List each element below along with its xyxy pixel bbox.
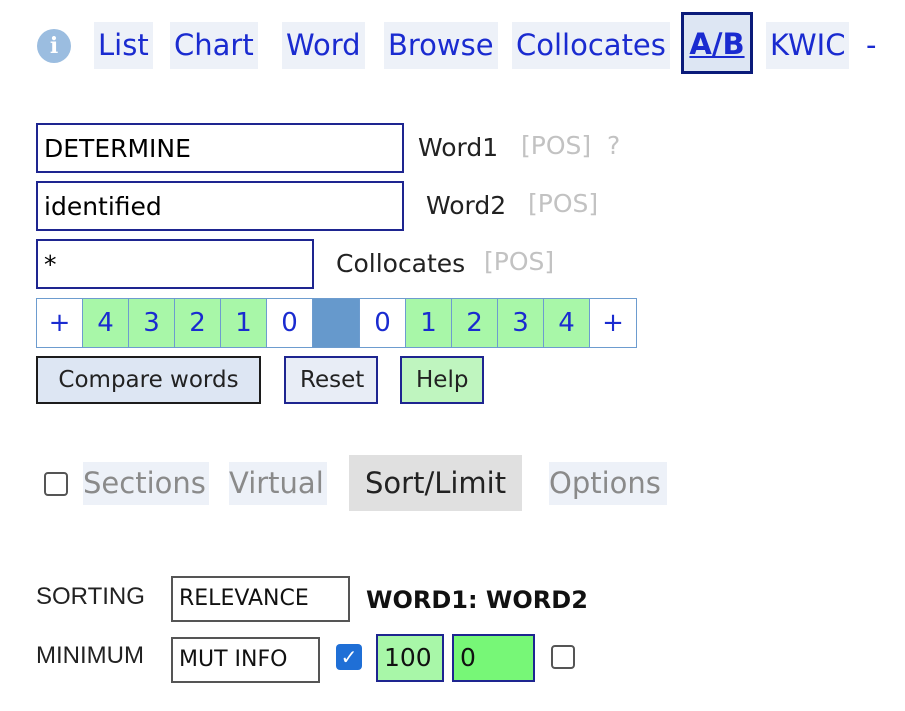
word1-label: Word1 — [418, 133, 499, 162]
nav-word[interactable]: Word — [282, 22, 365, 69]
min-frequency-input[interactable]: 100 — [376, 634, 444, 682]
tab-virtual[interactable]: Virtual — [229, 462, 327, 505]
span-left-2[interactable]: 2 — [175, 299, 221, 347]
span-right-4[interactable]: 4 — [544, 299, 590, 347]
span-right-2[interactable]: 2 — [452, 299, 498, 347]
word1-input[interactable] — [36, 123, 404, 173]
pos-help-link[interactable]: ? — [607, 131, 620, 160]
nav-browse[interactable]: Browse — [384, 22, 498, 69]
collocates-pos-link[interactable]: [POS] — [484, 247, 554, 276]
sections-checkbox[interactable] — [44, 472, 68, 496]
span-selector: + 4 3 2 1 0 0 1 2 3 4 + — [36, 298, 637, 348]
tab-sort-limit[interactable]: Sort/Limit — [349, 455, 523, 511]
span-right-3[interactable]: 3 — [498, 299, 544, 347]
minimum-label: MINIMUM — [36, 642, 144, 669]
minimum-select[interactable]: MUT INFO — [171, 637, 320, 683]
minimum-checkbox-checked[interactable]: ✓ — [336, 644, 362, 670]
sorting-heading: WORD1: WORD2 — [366, 586, 588, 614]
compare-words-button[interactable]: Compare words — [36, 356, 261, 404]
span-node — [313, 299, 360, 347]
nav-ab[interactable]: A/B — [681, 12, 753, 74]
nav-list[interactable]: List — [94, 22, 153, 69]
span-left-0[interactable]: 0 — [267, 299, 313, 347]
span-left-3[interactable]: 3 — [129, 299, 175, 347]
tab-sections[interactable]: Sections — [83, 462, 209, 505]
reset-button[interactable]: Reset — [284, 356, 378, 404]
span-left-1[interactable]: 1 — [221, 299, 267, 347]
collocates-label: Collocates — [336, 249, 466, 278]
span-right-extend[interactable]: + — [590, 299, 636, 347]
span-right-1[interactable]: 1 — [406, 299, 452, 347]
sorting-label: SORTING — [36, 583, 145, 610]
sorting-select[interactable]: RELEVANCE — [171, 576, 350, 622]
span-left-4[interactable]: 4 — [83, 299, 129, 347]
nav-more[interactable]: - — [866, 22, 876, 69]
nav-collocates[interactable]: Collocates — [512, 22, 670, 69]
min-value-input[interactable]: 0 — [452, 634, 535, 682]
tab-options[interactable]: Options — [549, 462, 667, 505]
word2-label: Word2 — [426, 191, 507, 220]
help-button[interactable]: Help — [400, 356, 484, 404]
nav-kwic[interactable]: KWIC — [766, 22, 850, 69]
span-left-extend[interactable]: + — [37, 299, 83, 347]
word2-pos-link[interactable]: [POS] — [528, 189, 598, 218]
span-right-0[interactable]: 0 — [360, 299, 406, 347]
word2-input[interactable] — [36, 181, 404, 231]
collocates-input[interactable] — [36, 239, 314, 289]
nav-chart[interactable]: Chart — [170, 22, 258, 69]
info-icon[interactable]: i — [37, 29, 71, 63]
minimum-checkbox[interactable] — [551, 645, 575, 669]
word1-pos-link[interactable]: [POS] — [521, 131, 591, 160]
